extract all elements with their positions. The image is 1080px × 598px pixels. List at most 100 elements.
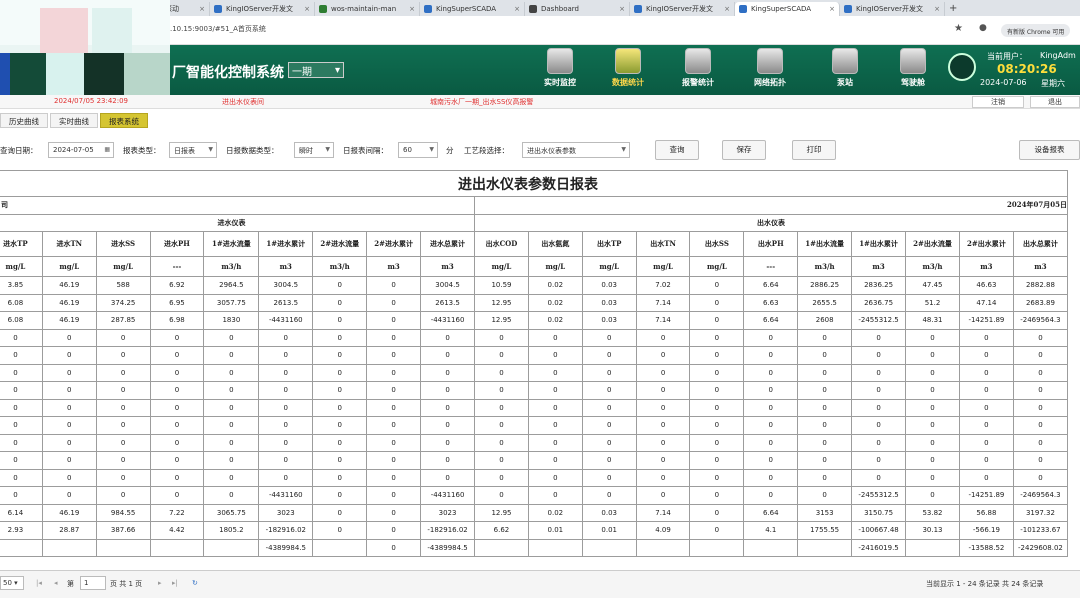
data-cell: 0 [905,363,960,382]
data-cell: 0 [366,276,422,295]
browser-tab[interactable]: wos-maintain-man × [315,2,420,16]
page-input[interactable]: 1 [80,576,106,590]
data-cell: 0 [41,398,97,417]
nav-icon [615,48,641,74]
chevron-down-icon: ▾ [334,64,340,76]
data-cell: 0 [689,346,745,365]
data-cell: 0 [958,433,1014,452]
sub-tab[interactable]: 报表系统 [100,113,148,128]
browser-tab[interactable]: KingIOServer开发文 × [630,2,735,16]
data-cell: 0 [474,398,529,417]
device-report-button[interactable]: 设备报表 [1019,140,1080,160]
nav-item[interactable]: 报警统计 [668,48,728,92]
pager: 50 ▾ |◂ ◂ 第 1 页 共 1 页 ▸ ▸| ↻ 当前显示 1 - 24… [0,570,1080,598]
nav-item[interactable]: 驾驶舱 [883,48,943,92]
data-cell: 0 [95,381,151,400]
sub-tab[interactable]: 实时曲线 [50,113,98,128]
data-cell: 1805.2 [203,521,260,540]
browser-tab[interactable]: KingSuperSCADA × [735,2,840,16]
data-cell: 0 [851,433,907,452]
date-value: 2024-07-05 [53,146,94,154]
browser-tab-label: Dashboard [541,5,579,13]
data-cell: 0 [689,433,745,452]
report-type-select[interactable]: 日报表 ▼ [169,142,217,158]
data-cell: -2455312.5 [851,311,907,330]
data-cell: 0 [312,433,368,452]
page-size-select[interactable]: 50 ▾ [0,576,24,590]
close-icon[interactable]: × [619,5,625,13]
browser-tab[interactable]: Dashboard × [525,2,630,16]
data-cell: 0 [958,363,1014,382]
data-cell: 0 [149,398,205,417]
save-button[interactable]: 保存 [722,140,766,160]
sub-tab[interactable]: 历史曲线 [0,113,48,128]
refresh-icon[interactable]: ↻ [192,579,198,587]
interval-select[interactable]: 60 ▼ [398,142,438,158]
query-button[interactable]: 查询 [655,140,699,160]
nav-item[interactable]: 网络拓扑 [740,48,800,92]
date-input[interactable]: 2024-07-05 ▦ [48,142,114,158]
table-row: 00000000000000000000 [0,468,1069,487]
table-row: 3.85 46.19 588 6.92 2964.5 3004.5 0 0 3004.5 10.5… [0,276,1069,295]
close-icon[interactable]: × [514,5,520,13]
new-tab-icon[interactable]: + [949,3,957,14]
browser-tab[interactable]: KingSuperSCADA × [420,2,525,16]
url-field[interactable]: .10.15:9003/#51_A首页系统 [170,24,266,34]
prev-page-icon[interactable]: ◂ [54,579,58,587]
data-cell: 3023 [258,503,314,522]
data-cell: 6.64 [743,311,799,330]
data-cell: 0 [95,416,151,435]
section-select[interactable]: 进出水仪表参数 ▼ [522,142,630,158]
data-cell: 0 [312,398,368,417]
unit-cell: m3/h [905,256,960,277]
browser-tab[interactable]: KingIOServer开发文 × [840,2,945,16]
close-icon[interactable]: × [199,5,205,13]
data-cell: 0 [635,416,691,435]
exit-button[interactable]: 退出 [1030,96,1080,108]
close-icon[interactable]: × [724,5,730,13]
data-cell: 0 [797,381,853,400]
data-cell: 2636.75 [851,293,907,312]
data-cell: 0 [635,398,691,417]
print-button[interactable]: 打印 [792,140,836,160]
chrome-update-chip[interactable]: 有新版 Chrome 可用 [1001,24,1071,37]
logout-button[interactable]: 注销 [972,96,1024,108]
favicon-icon [214,5,222,13]
bookmark-star-icon[interactable]: ★ [954,23,963,34]
nav-item[interactable]: 数据统计 [598,48,658,92]
nav-item[interactable]: 泵站 [815,48,875,92]
data-cell: 10.59 [474,276,529,295]
data-cell: -2416019.5 [851,538,907,557]
first-page-icon[interactable]: |◂ [36,579,42,587]
avatar [948,53,976,81]
data-cell: 0 [635,381,691,400]
data-cell: 1755.55 [797,521,853,540]
data-cell: 0 [0,451,43,470]
data-cell: 0 [149,451,205,470]
nav-label: 实时监控 [544,78,576,87]
data-cell: 0 [797,486,853,505]
close-icon[interactable]: × [934,5,940,13]
data-cell: 0 [851,398,907,417]
nav-item[interactable]: 实时监控 [530,48,590,92]
table-row: 6.14 46.19 984.55 7.22 3065.75 3023 0 0 3023 12.9… [0,503,1069,522]
data-cell: 0 [527,468,583,487]
data-cell: 0 [366,538,422,557]
data-cell: 0 [905,328,960,347]
data-cell [635,538,691,557]
data-cell: 2882.88 [1012,276,1069,295]
browser-tab[interactable]: KingIOServer开发文 × [210,2,315,16]
column-header: 出水氨氮 [527,231,583,257]
close-icon[interactable]: × [829,5,835,13]
last-page-icon[interactable]: ▸| [172,579,178,587]
data-cell: 0 [149,486,205,505]
next-page-icon[interactable]: ▸ [158,579,162,587]
inlet-group-header: 进水仪表 [0,213,476,232]
data-cell: 0 [0,363,43,382]
phase-select[interactable]: 一期 ▾ [288,62,344,78]
close-icon[interactable]: × [409,5,415,13]
profile-icon[interactable]: ● [979,23,987,33]
data-cell: 0 [41,416,97,435]
data-type-select[interactable]: 瞬时 ▼ [294,142,334,158]
close-icon[interactable]: × [304,5,310,13]
